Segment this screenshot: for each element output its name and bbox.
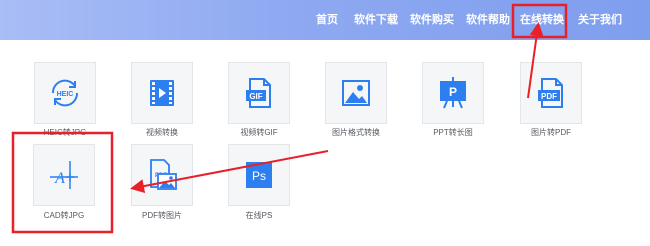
tool-tile-video-convert[interactable] — [131, 62, 193, 124]
svg-text:HEIC: HEIC — [57, 91, 74, 98]
svg-text:P: P — [449, 85, 457, 99]
tool-tile-heic-to-jpg[interactable]: HEIC — [34, 62, 96, 124]
svg-text:GIF: GIF — [249, 92, 262, 101]
cad-icon: A — [50, 161, 78, 189]
nav-software-purchase[interactable]: 软件购买 — [410, 0, 454, 40]
pdf-image-icon: PDF — [150, 159, 177, 190]
image-icon — [342, 80, 370, 106]
video-icon — [150, 80, 174, 106]
tool-tile-pdf-to-image[interactable]: PDF — [131, 144, 193, 206]
tool-label-online-ps[interactable]: 在线PS — [214, 210, 304, 221]
tool-tile-image-to-pdf[interactable]: PDF — [520, 62, 582, 124]
tool-tile-video-to-gif[interactable]: GIF — [228, 62, 290, 124]
svg-text:PDF: PDF — [541, 92, 557, 101]
tool-tile-ppt-to-long-image[interactable]: P — [422, 62, 484, 124]
photoshop-icon: Ps — [246, 162, 272, 188]
gif-file-icon: GIF — [246, 78, 271, 108]
heic-icon: HEIC — [51, 79, 79, 107]
tool-tile-online-ps[interactable]: Ps — [228, 144, 290, 206]
nav-home[interactable]: 首页 — [316, 0, 338, 40]
nav-software-download[interactable]: 软件下载 — [354, 0, 398, 40]
tool-label-heic-to-jpg[interactable]: HEIC转JPG — [20, 127, 110, 138]
tool-label-ppt-to-long-image[interactable]: PPT转长图 — [408, 127, 498, 138]
nav-online-convert[interactable]: 在线转换 — [520, 0, 564, 40]
tool-tile-cad-to-jpg[interactable]: A — [33, 144, 95, 206]
svg-text:A: A — [54, 170, 65, 187]
tool-label-video-convert[interactable]: 视频转换 — [117, 127, 207, 138]
nav-about-us[interactable]: 关于我们 — [578, 0, 622, 40]
tool-label-image-format-convert[interactable]: 图片格式转换 — [311, 127, 401, 138]
presentation-icon: P — [440, 77, 466, 109]
top-navigation-bar: 首页 软件下载 软件购买 软件帮助 在线转换 关于我们 — [0, 0, 650, 40]
tool-label-pdf-to-image[interactable]: PDF转图片 — [117, 210, 207, 221]
svg-text:Ps: Ps — [252, 169, 266, 183]
tool-label-image-to-pdf[interactable]: 图片转PDF — [506, 127, 596, 138]
pdf-file-icon: PDF — [538, 78, 563, 108]
tool-label-cad-to-jpg[interactable]: CAD转JPG — [19, 210, 109, 221]
tool-tile-image-format-convert[interactable] — [325, 62, 387, 124]
nav-software-help[interactable]: 软件帮助 — [466, 0, 510, 40]
tool-label-video-to-gif[interactable]: 视频转GIF — [214, 127, 304, 138]
